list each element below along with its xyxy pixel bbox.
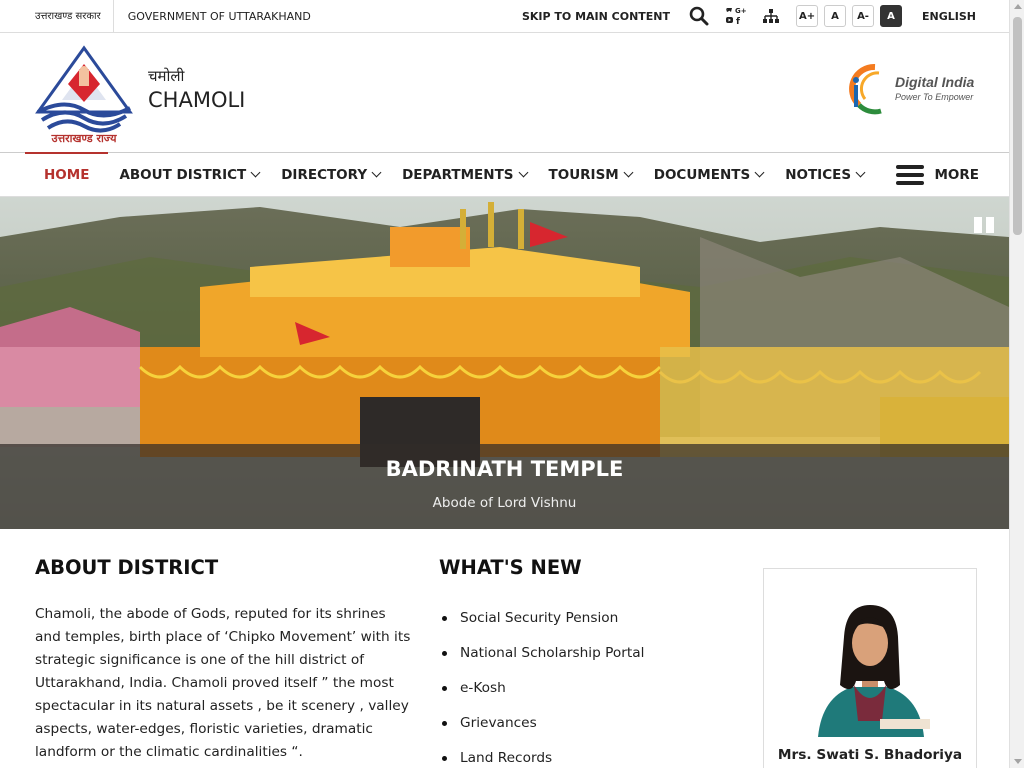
- list-item[interactable]: Land Records: [439, 741, 739, 768]
- district-magistrate-card: Mrs. Swati S. Bhadoriya: [763, 568, 977, 768]
- top-bar: उत्तराखण्ड सरकार GOVERNMENT OF UTTARAKHA…: [0, 0, 1009, 33]
- site-name-hindi: चमोली: [148, 67, 185, 85]
- site-name[interactable]: चमोली CHAMOLI: [148, 66, 245, 112]
- list-item-label: e-Kosh: [460, 680, 506, 696]
- hamburger-icon: [896, 165, 925, 185]
- digital-india-logo[interactable]: Digital India Power To Empower: [849, 61, 979, 117]
- digital-india-tagline: Power To Empower: [895, 92, 974, 102]
- nav-documents[interactable]: DOCUMENTS: [643, 153, 774, 196]
- font-increase-button[interactable]: A+: [796, 5, 819, 27]
- list-item[interactable]: e-Kosh: [439, 671, 739, 706]
- whats-new-list: Social Security Pension National Scholar…: [439, 601, 739, 768]
- bullet-icon: [442, 721, 447, 726]
- language-selector[interactable]: ENGLISH: [922, 10, 976, 23]
- bullet-icon: [442, 651, 447, 656]
- hero-slider[interactable]: BADRINATH TEMPLE Abode of Lord Vishnu: [0, 197, 1009, 529]
- site-name-english: CHAMOLI: [148, 88, 246, 112]
- slider-pause-button[interactable]: [974, 217, 994, 233]
- nav-label: DEPARTMENTS: [402, 166, 514, 183]
- hero-title: BADRINATH TEMPLE: [385, 457, 624, 481]
- district-magistrate-name: Mrs. Swati S. Bhadoriya: [777, 747, 963, 763]
- list-item[interactable]: Social Security Pension: [439, 601, 739, 636]
- logo-caption: उत्तराखण्ड राज्य: [51, 132, 118, 144]
- list-item-label: Grievances: [460, 715, 537, 731]
- chevron-down-icon: [623, 167, 634, 178]
- nav-notices[interactable]: NOTICES: [774, 153, 875, 196]
- page-scrollbar[interactable]: [1009, 0, 1024, 768]
- about-text: Chamoli, the abode of Gods, reputed for …: [35, 606, 411, 760]
- chevron-down-icon: [855, 167, 866, 178]
- gov-english-link[interactable]: GOVERNMENT OF UTTARAKHAND: [114, 10, 311, 23]
- digital-india-title: Digital India: [895, 74, 975, 90]
- nav-label: ABOUT DISTRICT: [119, 166, 247, 183]
- hero-caption: BADRINATH TEMPLE Abode of Lord Vishnu: [0, 444, 1009, 529]
- search-icon[interactable]: [688, 5, 710, 27]
- bullet-icon: [442, 616, 447, 621]
- district-magistrate-photo: [818, 605, 930, 737]
- svg-text:f: f: [736, 17, 740, 27]
- list-item-label: Social Security Pension: [460, 610, 619, 626]
- scroll-down-icon[interactable]: [1014, 759, 1022, 764]
- sitemap-icon[interactable]: [760, 5, 782, 27]
- site-header: उत्तराखण्ड राज्य चमोली CHAMOLI Digital I…: [0, 33, 1009, 153]
- about-heading: ABOUT DISTRICT: [35, 556, 219, 579]
- list-item-label: National Scholarship Portal: [460, 645, 645, 661]
- nav-label: DOCUMENTS: [653, 166, 751, 183]
- main-content: ABOUT DISTRICT Chamoli, the abode of God…: [0, 529, 1009, 768]
- nav-label: TOURISM: [548, 166, 619, 183]
- high-contrast-button[interactable]: A: [880, 5, 903, 27]
- svg-text:G+: G+: [735, 7, 746, 15]
- nav-home[interactable]: HOME: [25, 152, 109, 196]
- nav-label: NOTICES: [785, 166, 852, 183]
- list-item-label: Land Records: [460, 750, 553, 766]
- chevron-down-icon: [754, 167, 765, 178]
- font-decrease-button[interactable]: A-: [852, 5, 875, 27]
- page: उत्तराखण्ड सरकार GOVERNMENT OF UTTARAKHA…: [0, 0, 1009, 768]
- nav-about-district[interactable]: ABOUT DISTRICT: [108, 153, 270, 196]
- skip-to-content-link[interactable]: SKIP TO MAIN CONTENT: [522, 10, 670, 23]
- whats-new-section: WHAT'S NEW Social Security Pension Natio…: [439, 556, 739, 768]
- gov-hindi-link[interactable]: उत्तराखण्ड सरकार: [0, 0, 114, 33]
- whats-new-heading: WHAT'S NEW: [439, 556, 582, 579]
- nav-directory[interactable]: DIRECTORY: [270, 153, 391, 196]
- scrollbar-thumb[interactable]: [1013, 17, 1022, 235]
- bullet-icon: [442, 686, 447, 691]
- hero-subtitle: Abode of Lord Vishnu: [432, 495, 577, 511]
- more-label: MORE: [934, 167, 979, 183]
- nav-tourism[interactable]: TOURISM: [538, 153, 643, 196]
- uttarakhand-emblem-logo[interactable]: उत्तराखण्ड राज्य: [34, 40, 134, 145]
- main-nav: HOME ABOUT DISTRICT DIRECTORY DEPARTMENT…: [0, 152, 1009, 197]
- chevron-down-icon: [371, 167, 382, 178]
- chevron-down-icon: [518, 167, 528, 178]
- scroll-up-icon[interactable]: [1014, 4, 1022, 9]
- font-normal-button[interactable]: A: [824, 5, 847, 27]
- nav-label: DIRECTORY: [281, 166, 368, 183]
- bullet-icon: [442, 756, 447, 761]
- social-media-icon[interactable]: G+ f: [724, 5, 746, 27]
- chevron-down-icon: [250, 167, 261, 178]
- more-menu-button[interactable]: MORE: [896, 153, 979, 197]
- top-bar-tools: SKIP TO MAIN CONTENT G+ f A+ A A- A ENGL…: [522, 0, 1009, 33]
- list-item[interactable]: National Scholarship Portal: [439, 636, 739, 671]
- list-item[interactable]: Grievances: [439, 706, 739, 741]
- about-district-section: ABOUT DISTRICT Chamoli, the abode of God…: [35, 556, 415, 764]
- nav-departments[interactable]: DEPARTMENTS: [391, 153, 537, 196]
